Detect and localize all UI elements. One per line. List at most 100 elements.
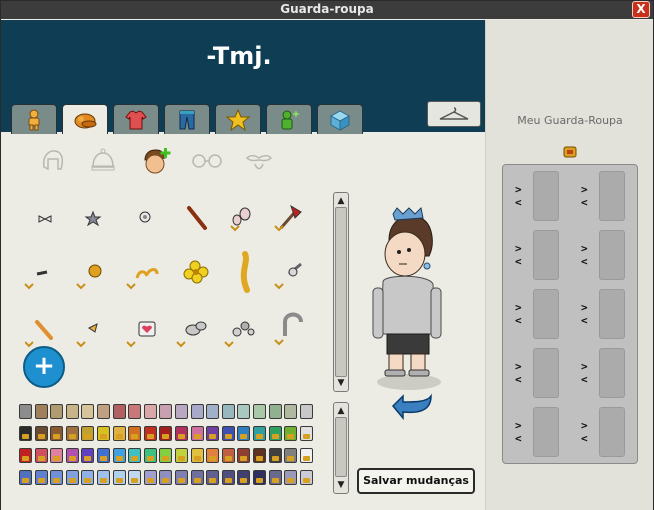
color-swatch[interactable] <box>268 404 282 419</box>
color-swatch[interactable] <box>268 448 282 463</box>
item-ponytail[interactable] <box>225 250 265 293</box>
color-swatch[interactable] <box>50 448 64 463</box>
color-swatch[interactable] <box>65 470 79 485</box>
outfit-slot-arrows[interactable]: > < <box>581 360 591 386</box>
color-swatch[interactable] <box>34 426 48 441</box>
tab-hc[interactable] <box>317 104 363 134</box>
outfit-slot[interactable] <box>599 348 625 398</box>
color-swatch[interactable] <box>112 404 126 419</box>
rotate-avatar-button[interactable] <box>387 388 435 424</box>
slot-next-icon[interactable]: > <box>581 183 591 196</box>
scroll-down-icon[interactable]: ▼ <box>335 377 347 389</box>
outfit-slot-arrows[interactable]: > < <box>515 360 525 386</box>
color-swatch[interactable] <box>190 404 204 419</box>
tab-pants[interactable] <box>164 104 210 134</box>
color-swatch[interactable] <box>81 426 95 441</box>
color-swatch[interactable] <box>175 470 188 485</box>
color-swatch[interactable] <box>19 404 32 419</box>
tab-effects[interactable] <box>266 104 312 134</box>
color-swatch[interactable] <box>81 404 95 419</box>
color-swatch[interactable] <box>97 448 110 463</box>
color-swatch[interactable] <box>128 448 142 463</box>
slot-prev-icon[interactable]: < <box>515 196 525 209</box>
color-swatch[interactable] <box>284 404 298 419</box>
color-swatch[interactable] <box>128 426 142 441</box>
color-swatch[interactable] <box>206 426 220 441</box>
slot-prev-icon[interactable]: < <box>515 432 525 445</box>
subcategory-hats[interactable] <box>85 146 121 176</box>
item-tiny-bow[interactable] <box>73 314 113 350</box>
color-swatch[interactable] <box>65 448 79 463</box>
close-button[interactable]: X <box>632 1 650 18</box>
palette-scrollbar[interactable]: ▲ ▼ <box>333 402 349 494</box>
tab-hats[interactable] <box>62 104 108 134</box>
item-feather-hairpin[interactable] <box>271 256 311 292</box>
color-swatch[interactable] <box>190 448 204 463</box>
title-bar[interactable]: Guarda-roupa X <box>1 1 653 19</box>
slot-prev-icon[interactable]: < <box>581 432 591 445</box>
color-swatch[interactable] <box>253 470 266 485</box>
color-swatch[interactable] <box>50 470 64 485</box>
outfit-slot[interactable] <box>533 348 559 398</box>
slot-next-icon[interactable]: > <box>581 360 591 373</box>
slot-next-icon[interactable]: > <box>515 183 525 196</box>
color-swatch[interactable] <box>284 426 298 441</box>
outfit-slot-arrows[interactable]: > < <box>581 183 591 209</box>
slot-next-icon[interactable]: > <box>581 242 591 255</box>
slot-prev-icon[interactable]: < <box>581 196 591 209</box>
item-pigtails[interactable] <box>123 256 163 292</box>
subcategory-accessories[interactable] <box>139 146 175 176</box>
color-swatch[interactable] <box>190 470 204 485</box>
color-swatch[interactable] <box>159 404 173 419</box>
color-swatch[interactable] <box>34 470 48 485</box>
scroll-up-icon[interactable]: ▲ <box>335 195 347 207</box>
outfit-slot-arrows[interactable]: > < <box>581 301 591 327</box>
slot-prev-icon[interactable]: < <box>581 255 591 268</box>
slot-next-icon[interactable]: > <box>515 360 525 373</box>
color-swatch[interactable] <box>284 470 298 485</box>
color-swatch[interactable] <box>81 448 95 463</box>
item-ear-muff[interactable] <box>223 202 263 238</box>
item-sunglasses[interactable] <box>21 256 61 292</box>
tab-star[interactable] <box>215 104 261 134</box>
color-swatch[interactable] <box>112 470 126 485</box>
color-swatch[interactable] <box>237 404 251 419</box>
tab-body[interactable] <box>11 104 57 134</box>
slot-prev-icon[interactable]: < <box>515 255 525 268</box>
color-swatch[interactable] <box>159 448 173 463</box>
items-scrollbar[interactable]: ▲ ▼ <box>333 192 349 392</box>
outfit-slot[interactable] <box>533 171 559 221</box>
save-changes-button[interactable]: Salvar mudanças <box>357 468 475 494</box>
color-swatch[interactable] <box>175 448 188 463</box>
palette-scroll-down-icon[interactable]: ▼ <box>335 479 347 491</box>
color-swatch[interactable] <box>190 426 204 441</box>
outfit-slot[interactable] <box>599 407 625 457</box>
color-swatch[interactable] <box>206 470 220 485</box>
color-swatch[interactable] <box>221 448 235 463</box>
color-swatch[interactable] <box>253 404 266 419</box>
color-swatch[interactable] <box>237 448 251 463</box>
color-swatch[interactable] <box>128 470 142 485</box>
color-swatch[interactable] <box>128 404 142 419</box>
outfit-slot[interactable] <box>533 230 559 280</box>
slot-next-icon[interactable]: > <box>515 301 525 314</box>
item-feather[interactable] <box>177 202 217 238</box>
color-swatch[interactable] <box>221 404 235 419</box>
item-heart-badge[interactable] <box>123 314 163 350</box>
item-hook[interactable] <box>271 308 311 346</box>
outfit-slot-arrows[interactable]: > < <box>515 183 525 209</box>
color-swatch[interactable] <box>237 426 251 441</box>
item-masquerade-mask[interactable] <box>173 314 213 350</box>
color-swatch[interactable] <box>19 470 32 485</box>
color-swatch[interactable] <box>253 448 266 463</box>
color-swatch[interactable] <box>112 426 126 441</box>
outfit-slot-arrows[interactable]: > < <box>581 419 591 445</box>
color-swatch[interactable] <box>143 448 157 463</box>
color-swatch[interactable] <box>299 448 313 463</box>
color-swatch[interactable] <box>253 426 266 441</box>
wardrobe-hanger-button[interactable] <box>427 101 481 127</box>
color-swatch[interactable] <box>268 426 282 441</box>
item-flower-crown[interactable] <box>221 314 261 350</box>
color-swatch[interactable] <box>206 404 220 419</box>
outfit-slot-arrows[interactable]: > < <box>581 242 591 268</box>
